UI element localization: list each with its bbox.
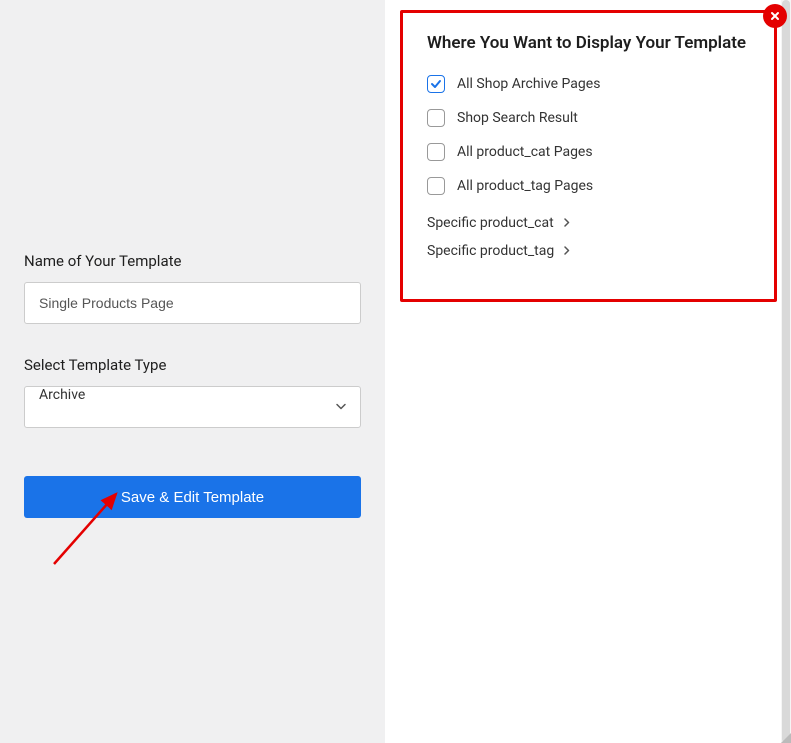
checkbox-row: All product_tag Pages: [427, 177, 750, 195]
scrollbar-track: [781, 0, 791, 743]
close-button[interactable]: [763, 4, 787, 28]
checkbox[interactable]: [427, 143, 445, 161]
expand-label: Specific product_tag: [427, 243, 554, 259]
checkbox-label[interactable]: All Shop Archive Pages: [457, 76, 600, 92]
template-type-label: Select Template Type: [24, 356, 361, 374]
checkbox-row: All product_cat Pages: [427, 143, 750, 161]
expand-row[interactable]: Specific product_cat: [427, 215, 750, 231]
expand-label: Specific product_cat: [427, 215, 554, 231]
checkbox-label[interactable]: Shop Search Result: [457, 110, 578, 126]
scrollbar-thumb[interactable]: [782, 0, 790, 743]
panel-title: Where You Want to Display Your Template: [427, 33, 750, 53]
template-name-input[interactable]: [24, 282, 361, 324]
template-type-select[interactable]: Archive: [24, 386, 361, 428]
expand-row[interactable]: Specific product_tag: [427, 243, 750, 259]
display-options-box: Where You Want to Display Your Template …: [400, 10, 777, 302]
checkbox-label[interactable]: All product_cat Pages: [457, 144, 593, 160]
chevron-right-icon: [562, 215, 571, 231]
resize-handle-icon[interactable]: [781, 733, 791, 743]
checkbox-row: All Shop Archive Pages: [427, 75, 750, 93]
template-name-label: Name of Your Template: [24, 252, 361, 270]
checkbox[interactable]: [427, 109, 445, 127]
chevron-right-icon: [562, 243, 571, 259]
checkbox[interactable]: [427, 177, 445, 195]
save-edit-template-button[interactable]: Save & Edit Template: [24, 476, 361, 518]
close-icon: [769, 7, 781, 26]
checkbox-row: Shop Search Result: [427, 109, 750, 127]
checkbox[interactable]: [427, 75, 445, 93]
left-panel: Name of Your Template Select Template Ty…: [0, 0, 385, 743]
checkbox-label[interactable]: All product_tag Pages: [457, 178, 593, 194]
right-panel: Where You Want to Display Your Template …: [385, 0, 791, 743]
